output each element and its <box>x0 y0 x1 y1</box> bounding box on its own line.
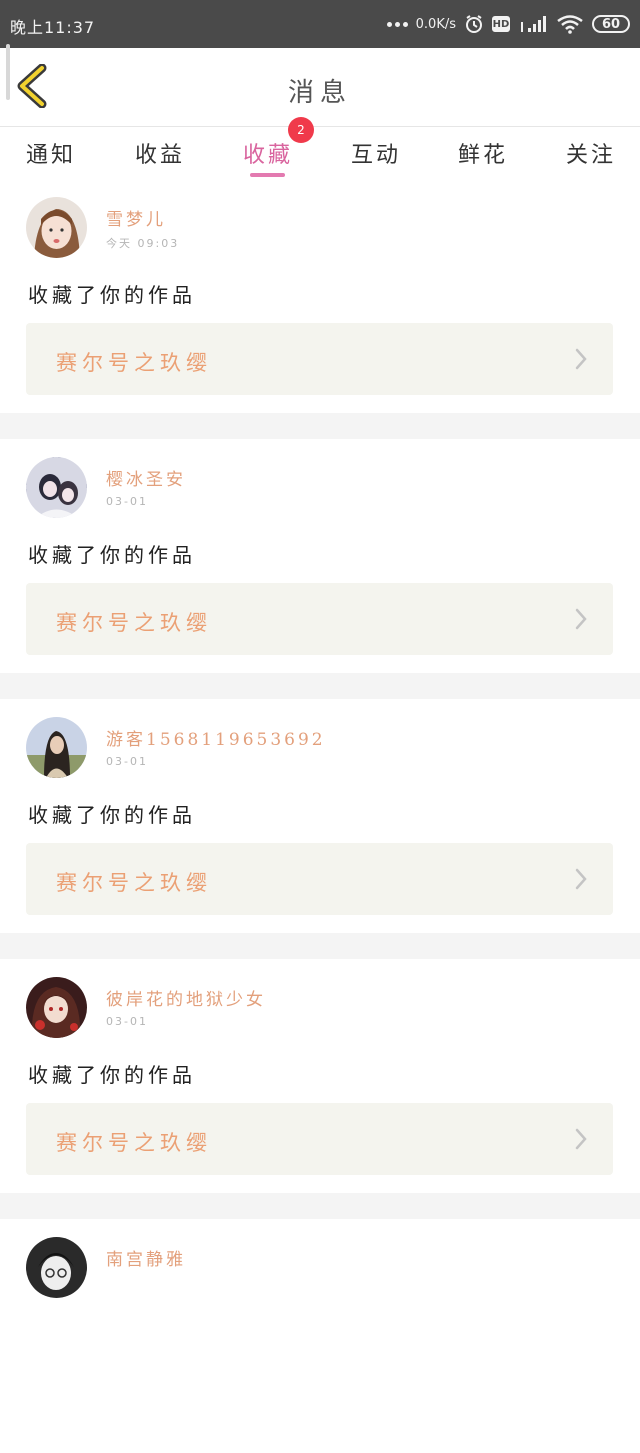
divider <box>0 673 640 699</box>
battery-icon: 60 <box>592 15 630 33</box>
divider <box>0 1193 640 1219</box>
notification-card: 彼岸花的地狱少女 03-01 收藏了你的作品 赛尔号之玖缨 <box>0 959 640 1193</box>
notification-card: 游客1568119653692 03-01 收藏了你的作品 赛尔号之玖缨 <box>0 699 640 933</box>
tab-follow[interactable]: 关注 <box>566 137 616 169</box>
page-title: 消息 <box>287 78 352 108</box>
tab-bar: 通知 收益 收藏 互动 鲜花 关注 <box>0 127 640 179</box>
wifi-icon <box>557 15 583 34</box>
notification-list: 雪梦儿 今天 09:03 收藏了你的作品 赛尔号之玖缨 樱冰圣安 03-01 收… <box>0 179 640 1453</box>
avatar[interactable] <box>26 457 87 518</box>
hd-icon: HD <box>492 16 510 32</box>
net-speed: 0.0K/s <box>415 16 456 32</box>
chevron-right-icon <box>575 1128 587 1150</box>
user-name[interactable]: 游客1568119653692 <box>106 725 326 750</box>
chevron-right-icon <box>575 868 587 890</box>
alarm-icon <box>466 15 482 33</box>
timestamp: 03-01 <box>106 755 148 768</box>
avatar[interactable] <box>26 1237 87 1298</box>
work-link[interactable]: 赛尔号之玖缨 <box>26 323 613 395</box>
status-icons: 0.0K/s HD 60 <box>386 10 630 38</box>
action-text: 收藏了你的作品 <box>28 283 196 307</box>
action-text: 收藏了你的作品 <box>28 1063 196 1087</box>
work-title: 赛尔号之玖缨 <box>56 611 212 635</box>
avatar[interactable] <box>26 977 87 1038</box>
action-text: 收藏了你的作品 <box>28 803 196 827</box>
action-text: 收藏了你的作品 <box>28 543 196 567</box>
user-name[interactable]: 南宫静雅 <box>106 1245 186 1270</box>
more-dots-icon <box>386 21 408 27</box>
notification-card: 雪梦儿 今天 09:03 收藏了你的作品 赛尔号之玖缨 <box>0 179 640 413</box>
work-title: 赛尔号之玖缨 <box>56 351 212 375</box>
tab-favorites[interactable]: 收藏 <box>243 137 293 169</box>
tab-notify[interactable]: 通知 <box>26 137 76 169</box>
notification-card: 樱冰圣安 03-01 收藏了你的作品 赛尔号之玖缨 <box>0 439 640 673</box>
timestamp: 03-01 <box>106 1015 148 1028</box>
avatar[interactable] <box>26 717 87 778</box>
status-time: 晚上11:37 <box>10 18 96 37</box>
tab-earnings[interactable]: 收益 <box>135 137 185 169</box>
header-bar: 消息 <box>0 44 640 127</box>
timestamp: 今天 09:03 <box>106 237 180 250</box>
avatar[interactable] <box>26 197 87 258</box>
work-title: 赛尔号之玖缨 <box>56 1131 212 1155</box>
user-name[interactable]: 彼岸花的地狱少女 <box>106 985 266 1010</box>
notification-card: 南宫静雅 <box>0 1219 640 1453</box>
chevron-right-icon <box>575 348 587 370</box>
battery-level: 60 <box>601 16 621 32</box>
user-name[interactable]: 樱冰圣安 <box>106 465 186 490</box>
signal-icon <box>521 16 546 32</box>
work-link[interactable]: 赛尔号之玖缨 <box>26 843 613 915</box>
tab-flowers[interactable]: 鲜花 <box>458 137 508 169</box>
work-link[interactable]: 赛尔号之玖缨 <box>26 1103 613 1175</box>
active-tab-indicator <box>250 173 285 177</box>
tab-badge: 2 <box>288 117 314 143</box>
divider <box>0 933 640 959</box>
work-link[interactable]: 赛尔号之玖缨 <box>26 583 613 655</box>
status-bar: 晚上11:37 0.0K/s HD 60 <box>0 0 640 48</box>
user-name[interactable]: 雪梦儿 <box>106 205 166 230</box>
divider <box>0 413 640 439</box>
chevron-right-icon <box>575 608 587 630</box>
work-title: 赛尔号之玖缨 <box>56 871 212 895</box>
tab-interact[interactable]: 互动 <box>351 137 401 169</box>
timestamp: 03-01 <box>106 495 148 508</box>
